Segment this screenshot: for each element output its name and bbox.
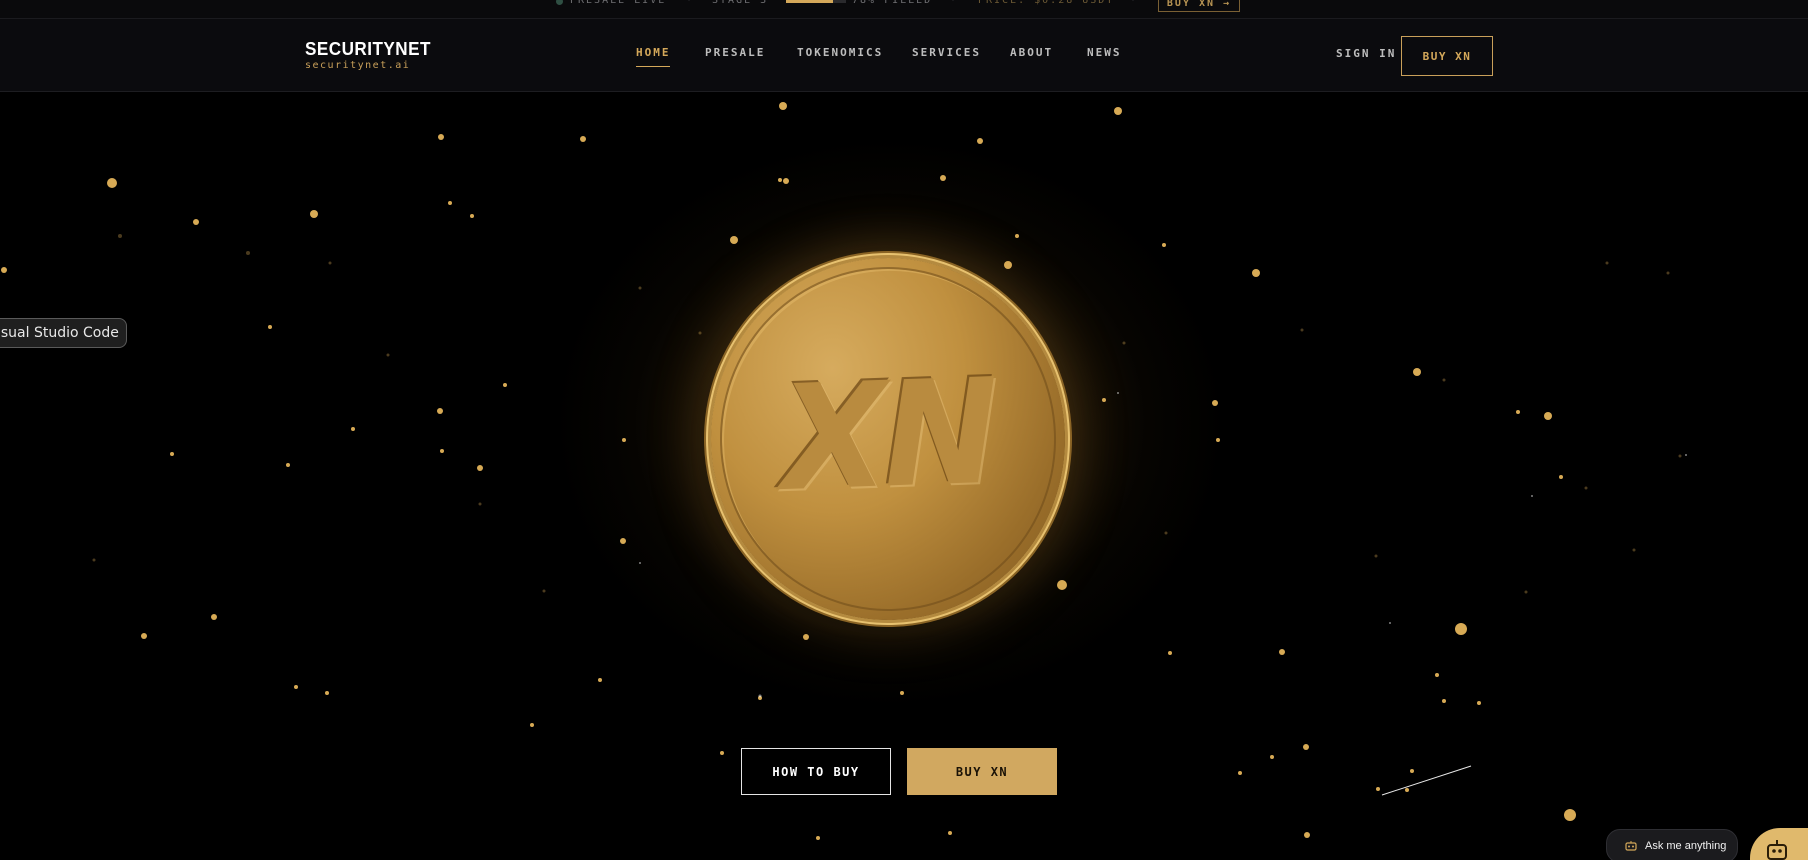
hero-section: XN isual Studio Code <box>0 93 1808 860</box>
ticker-separator: · <box>686 0 695 6</box>
shooting-star <box>1381 765 1472 796</box>
nav-active-indicator <box>636 66 670 67</box>
price-label: PRICE: $0.28 USDT <box>978 0 1115 6</box>
nav-item-home[interactable]: HOME <box>636 46 671 60</box>
ticker-separator: · <box>1130 0 1139 6</box>
sign-in-link[interactable]: SIGN IN <box>1336 47 1396 61</box>
robot-icon <box>1625 841 1637 851</box>
presale-ticker: PRESALE LIVE · STAGE 3 78% FILLED · PRIC… <box>0 0 1808 19</box>
brand-logo[interactable]: SECURITYNET securitynet.ai <box>305 39 438 72</box>
nav-item-tokenomics[interactable]: TOKENOMICS <box>797 46 883 60</box>
robot-icon <box>1767 840 1787 860</box>
how-to-buy-button[interactable]: HOW TO BUY <box>741 748 891 795</box>
nav-item-news[interactable]: NEWS <box>1087 46 1122 60</box>
presale-progress-bar <box>786 0 846 3</box>
coin-logo-mark: XN <box>778 347 998 524</box>
ask-ai-chip[interactable]: Ask me anything <box>1606 829 1738 860</box>
presale-live-label: PRESALE LIVE <box>570 0 667 6</box>
brand-name: SECURITYNET <box>305 39 431 59</box>
hero-buy-button[interactable]: BUY XN <box>907 748 1057 795</box>
ticker-buy-button[interactable]: BUY XN → <box>1158 0 1240 12</box>
nav-item-presale[interactable]: PRESALE <box>705 46 765 60</box>
nav-item-services[interactable]: SERVICES <box>912 46 981 60</box>
ask-ai-label: Ask me anything <box>1645 840 1727 852</box>
presale-progress-fill <box>786 0 833 3</box>
brand-domain: securitynet.ai <box>305 60 411 71</box>
nav-item-about[interactable]: ABOUT <box>1010 46 1053 60</box>
header-buy-button[interactable]: BUY XN <box>1401 36 1493 76</box>
stage-label: STAGE 3 <box>712 0 769 6</box>
site-header: SECURITYNET securitynet.ai HOME PRESALE … <box>0 19 1808 92</box>
app-tooltip: isual Studio Code <box>0 318 127 348</box>
live-status-icon <box>556 0 563 5</box>
ticker-separator: · <box>950 0 959 6</box>
filled-label: 78% FILLED <box>852 0 933 6</box>
